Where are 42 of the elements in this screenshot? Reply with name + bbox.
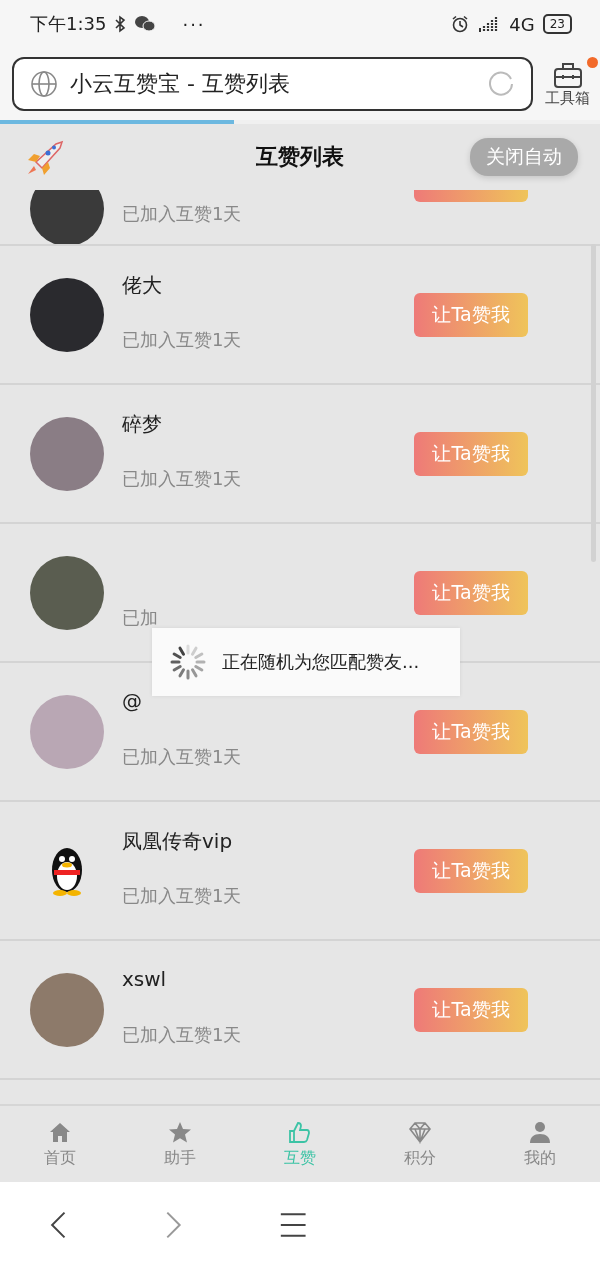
- toolbox-icon: [552, 60, 583, 89]
- join-duration: 已加入互赞1天: [122, 202, 243, 226]
- battery-indicator: 23: [542, 14, 572, 34]
- diamond-icon: [407, 1119, 433, 1144]
- user-name: 佬大: [122, 271, 163, 299]
- alarm-icon: [451, 15, 470, 33]
- join-duration: 已加入互赞1天: [122, 1022, 243, 1047]
- request-like-button[interactable]: 让Ta赞我: [414, 570, 528, 615]
- address-bar[interactable]: 小云互赞宝 - 互赞列表: [12, 57, 533, 111]
- join-duration: 已加入互赞1天: [122, 883, 243, 908]
- request-like-button[interactable]: 让Ta赞我: [414, 848, 528, 893]
- toolbox-button[interactable]: 工具箱: [545, 60, 590, 108]
- request-like-button[interactable]: 让Ta赞我: [414, 292, 528, 337]
- user-name: 碎梦: [122, 410, 163, 438]
- tab-item[interactable]: 助手: [120, 1106, 240, 1182]
- spinner-icon: [168, 642, 208, 682]
- auto-toggle-button[interactable]: 关闭自动: [470, 138, 578, 176]
- tab-item[interactable]: 我的: [480, 1106, 600, 1182]
- bluetooth-icon: [114, 15, 127, 33]
- network-type: 4G: [509, 13, 535, 35]
- chat-bubbles-icon: [134, 15, 157, 33]
- globe-icon: [30, 70, 58, 98]
- request-like-button[interactable]: 让Ta赞我: [414, 709, 528, 754]
- join-duration: 已加入互赞1天: [122, 466, 243, 491]
- page-title: 小云互赞宝 - 互赞列表: [70, 70, 291, 98]
- user-name: 凤凰传奇vip: [122, 827, 234, 855]
- join-duration: 已加入互赞1天: [122, 744, 243, 769]
- thumbs-up-icon: [287, 1119, 313, 1144]
- tab-item[interactable]: 首页: [0, 1106, 120, 1182]
- join-duration: 已加入互赞1天: [122, 327, 243, 352]
- tab-item[interactable]: 积分: [360, 1106, 480, 1182]
- page-heading: 互赞列表: [256, 143, 344, 171]
- join-duration: 已加: [122, 605, 159, 630]
- more-indicator: ···: [182, 13, 206, 35]
- person-icon: [527, 1119, 553, 1144]
- toast-message: 正在随机为您匹配赞友...: [222, 650, 420, 674]
- user-name: @: [122, 688, 143, 713]
- user-name: xswl: [122, 966, 168, 991]
- tab-item[interactable]: 互赞: [240, 1106, 360, 1182]
- request-like-button[interactable]: 让Ta赞我: [414, 431, 528, 476]
- request-like-button[interactable]: 让Ta赞我: [414, 987, 528, 1032]
- status-time: 下午1:35: [30, 12, 107, 36]
